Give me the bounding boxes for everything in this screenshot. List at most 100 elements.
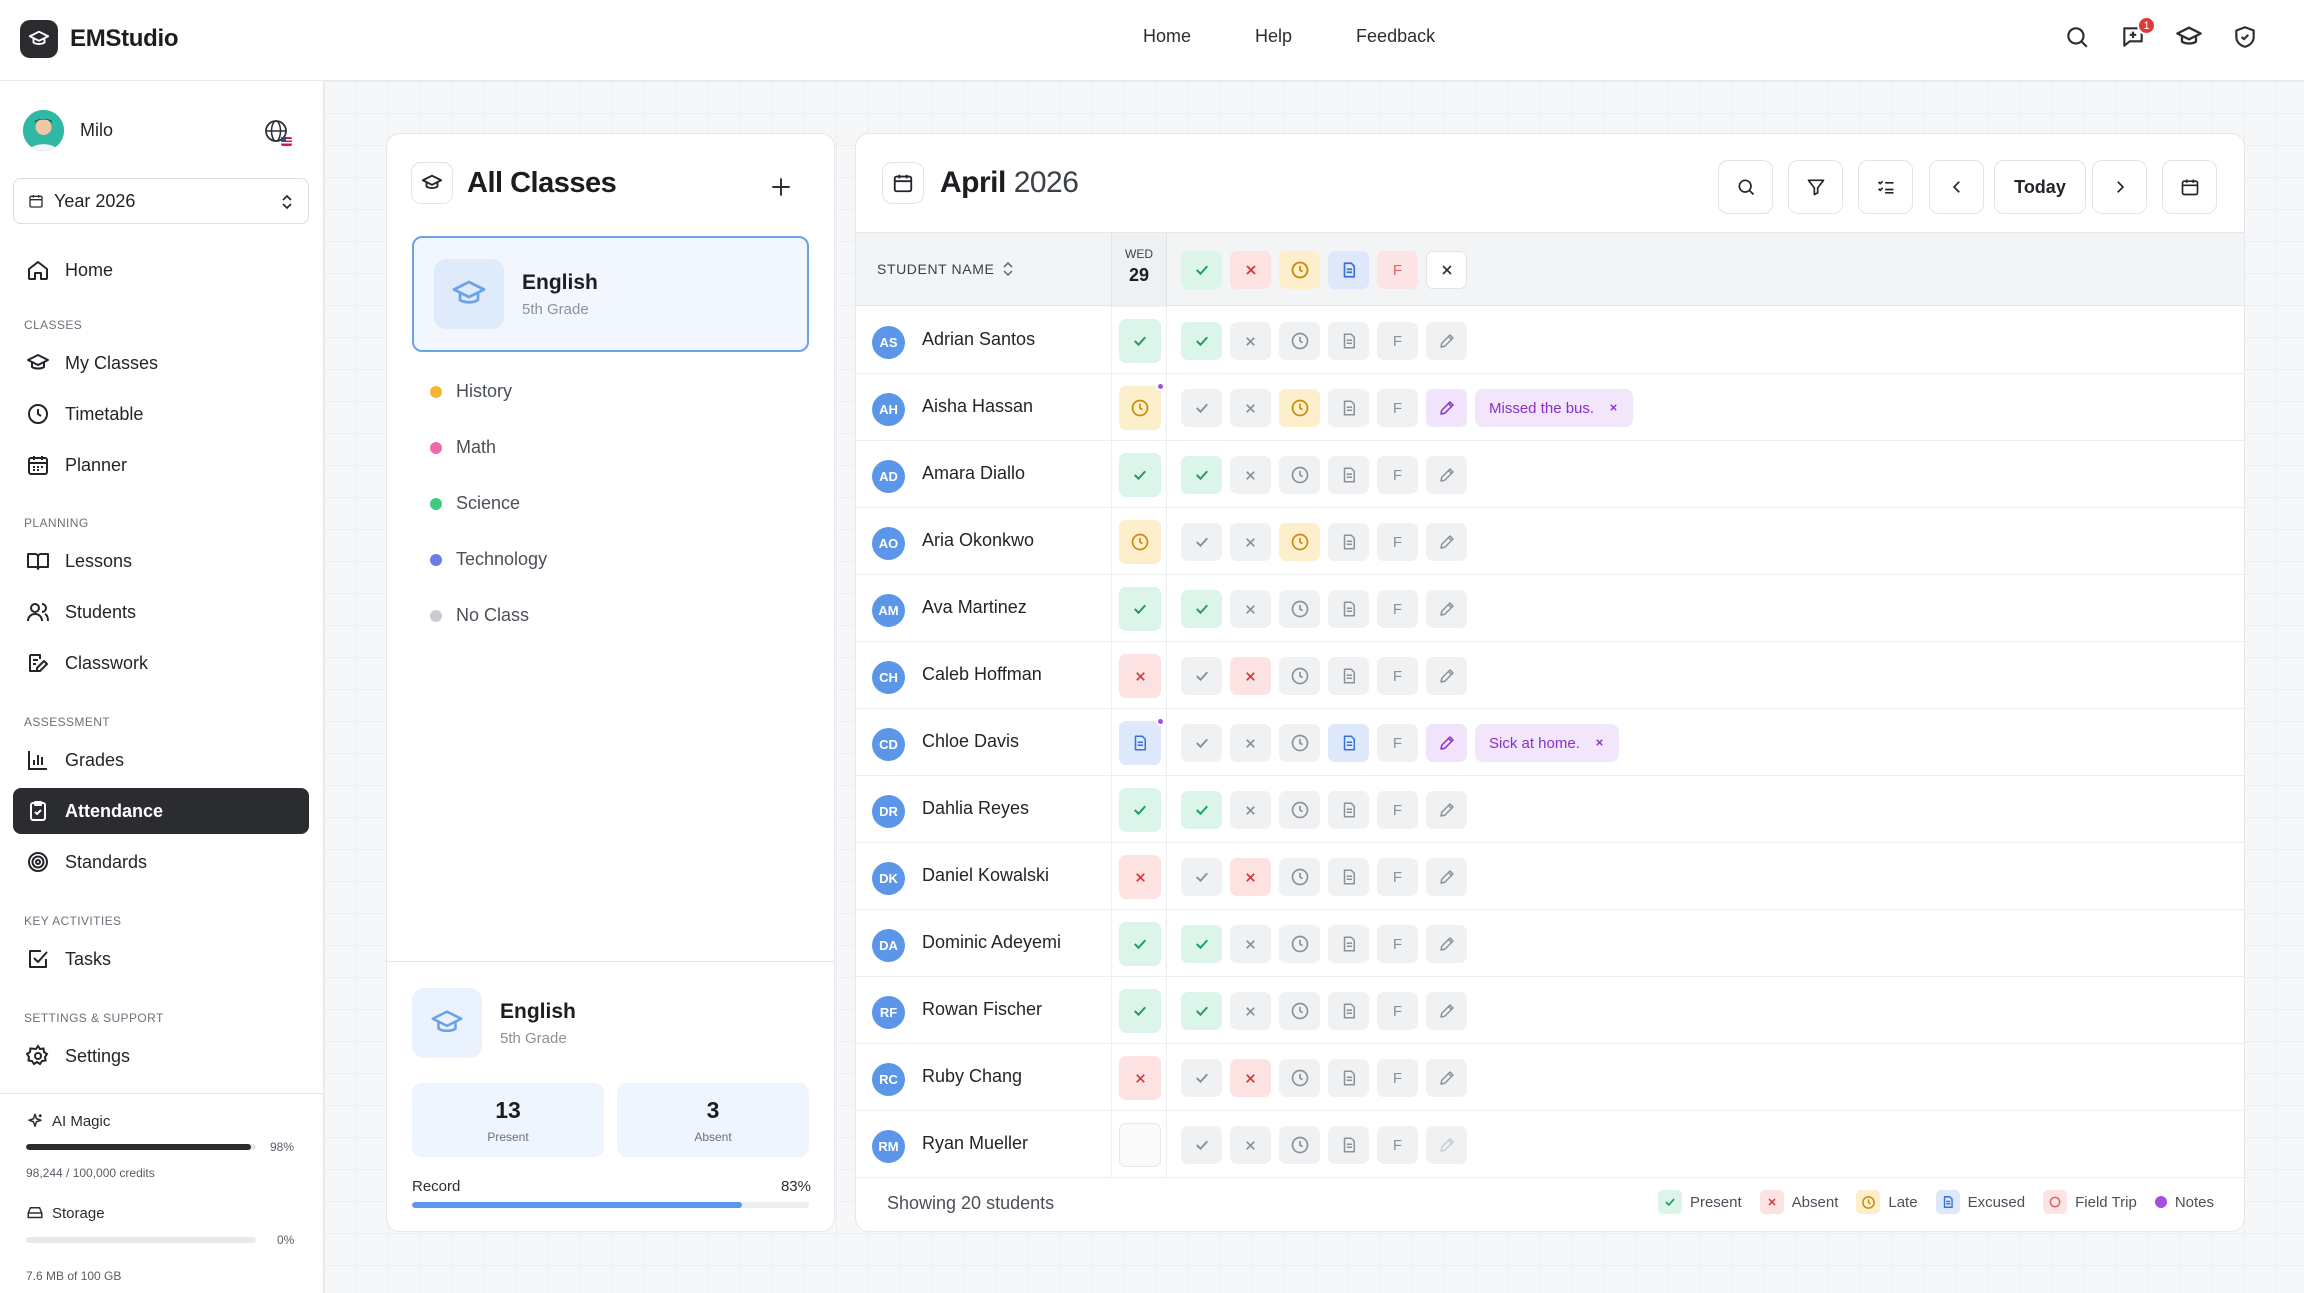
mark-field-trip-button[interactable]: F [1377, 389, 1418, 427]
mark-field-trip-button[interactable]: F [1377, 724, 1418, 762]
day-status-cell[interactable] [1119, 654, 1161, 698]
day-status-cell[interactable] [1119, 922, 1161, 966]
mark-field-trip-button[interactable]: F [1377, 925, 1418, 963]
day-status-cell[interactable] [1119, 717, 1165, 765]
edit-note-button[interactable] [1426, 657, 1467, 695]
mark-all-excused-button[interactable] [1328, 251, 1369, 289]
mark-excused-button[interactable] [1328, 322, 1369, 360]
edit-note-button[interactable] [1426, 992, 1467, 1030]
sidebar-item-standards[interactable]: Standards [13, 839, 309, 885]
edit-note-button[interactable] [1426, 456, 1467, 494]
mark-absent-button[interactable] [1230, 322, 1271, 360]
sidebar-item-lessons[interactable]: Lessons [13, 538, 309, 584]
mark-present-button[interactable] [1181, 657, 1222, 695]
sidebar-item-timetable[interactable]: Timetable [13, 391, 309, 437]
mark-present-button[interactable] [1181, 322, 1222, 360]
mark-present-button[interactable] [1181, 858, 1222, 896]
class-list-item[interactable]: History [430, 381, 512, 402]
remove-note-icon[interactable] [1594, 735, 1605, 752]
mark-field-trip-button[interactable]: F [1377, 992, 1418, 1030]
selected-class-card[interactable]: English 5th Grade [412, 236, 809, 352]
user-profile[interactable]: Milo [23, 110, 113, 151]
edit-note-button[interactable] [1426, 389, 1467, 427]
add-class-button[interactable] [768, 174, 794, 200]
mark-late-button[interactable] [1279, 791, 1320, 829]
class-list-item[interactable]: Math [430, 437, 496, 458]
language-globe-icon[interactable] [263, 118, 293, 148]
edit-note-button[interactable] [1426, 925, 1467, 963]
sidebar-item-planner[interactable]: Planner [13, 442, 309, 488]
edit-note-button[interactable] [1426, 322, 1467, 360]
mark-absent-button[interactable] [1230, 724, 1271, 762]
mark-all-field-trip-button[interactable]: F [1377, 251, 1418, 289]
brand[interactable]: EMStudio [20, 20, 179, 58]
note-chip[interactable]: Sick at home. [1475, 724, 1619, 762]
mark-absent-button[interactable] [1230, 1126, 1271, 1164]
search-icon[interactable] [2062, 22, 2092, 52]
mark-all-absent-button[interactable] [1230, 251, 1271, 289]
mark-absent-button[interactable] [1230, 1059, 1271, 1097]
day-status-cell[interactable] [1119, 453, 1161, 497]
mark-field-trip-button[interactable]: F [1377, 523, 1418, 561]
mark-excused-button[interactable] [1328, 657, 1369, 695]
edit-note-button[interactable] [1426, 791, 1467, 829]
checklist-button[interactable] [1858, 160, 1913, 214]
sidebar-item-tasks[interactable]: Tasks [13, 936, 309, 982]
mark-field-trip-button[interactable]: F [1377, 657, 1418, 695]
edit-note-button[interactable] [1426, 1126, 1467, 1164]
mark-present-button[interactable] [1181, 590, 1222, 628]
mark-field-trip-button[interactable]: F [1377, 322, 1418, 360]
day-status-cell[interactable] [1119, 1056, 1161, 1100]
clear-all-button[interactable] [1426, 251, 1467, 289]
mark-excused-button[interactable] [1328, 389, 1369, 427]
student-name-column-header[interactable]: STUDENT NAME [877, 261, 1014, 277]
remove-note-icon[interactable] [1608, 400, 1619, 417]
edit-note-button[interactable] [1426, 1059, 1467, 1097]
mark-present-button[interactable] [1181, 389, 1222, 427]
mark-present-button[interactable] [1181, 1059, 1222, 1097]
mark-present-button[interactable] [1181, 925, 1222, 963]
sidebar-item-home[interactable]: Home [13, 247, 309, 293]
mark-absent-button[interactable] [1230, 657, 1271, 695]
mark-absent-button[interactable] [1230, 523, 1271, 561]
mark-field-trip-button[interactable]: F [1377, 791, 1418, 829]
mark-excused-button[interactable] [1328, 456, 1369, 494]
day-status-cell[interactable] [1119, 989, 1161, 1033]
mark-excused-button[interactable] [1328, 858, 1369, 896]
mark-all-late-button[interactable] [1279, 251, 1320, 289]
search-button[interactable] [1718, 160, 1773, 214]
note-chip[interactable]: Missed the bus. [1475, 389, 1634, 427]
mark-excused-button[interactable] [1328, 1126, 1369, 1164]
mark-late-button[interactable] [1279, 523, 1320, 561]
mark-all-present-button[interactable] [1181, 251, 1222, 289]
day-status-cell[interactable] [1119, 587, 1161, 631]
day-status-cell[interactable] [1119, 788, 1161, 832]
notifications-icon[interactable]: 1 [2118, 16, 2156, 52]
edit-note-button[interactable] [1426, 858, 1467, 896]
mark-absent-button[interactable] [1230, 992, 1271, 1030]
year-select[interactable]: Year 2026 [13, 178, 309, 224]
sidebar-item-settings[interactable]: Settings [13, 1033, 309, 1079]
edit-note-button[interactable] [1426, 590, 1467, 628]
mark-late-button[interactable] [1279, 590, 1320, 628]
mark-excused-button[interactable] [1328, 724, 1369, 762]
mark-late-button[interactable] [1279, 322, 1320, 360]
mark-late-button[interactable] [1279, 389, 1320, 427]
nav-home-link[interactable]: Home [1143, 26, 1191, 47]
mark-excused-button[interactable] [1328, 523, 1369, 561]
edit-note-button[interactable] [1426, 523, 1467, 561]
mark-absent-button[interactable] [1230, 590, 1271, 628]
next-button[interactable] [2092, 160, 2147, 214]
mark-present-button[interactable] [1181, 1126, 1222, 1164]
mark-field-trip-button[interactable]: F [1377, 858, 1418, 896]
mark-absent-button[interactable] [1230, 925, 1271, 963]
mark-late-button[interactable] [1279, 858, 1320, 896]
mark-excused-button[interactable] [1328, 791, 1369, 829]
class-list-item[interactable]: No Class [430, 605, 529, 626]
mark-excused-button[interactable] [1328, 992, 1369, 1030]
filter-button[interactable] [1788, 160, 1843, 214]
sidebar-item-classwork[interactable]: Classwork [13, 640, 309, 686]
today-button[interactable]: Today [1994, 160, 2086, 214]
mark-excused-button[interactable] [1328, 590, 1369, 628]
mark-present-button[interactable] [1181, 456, 1222, 494]
